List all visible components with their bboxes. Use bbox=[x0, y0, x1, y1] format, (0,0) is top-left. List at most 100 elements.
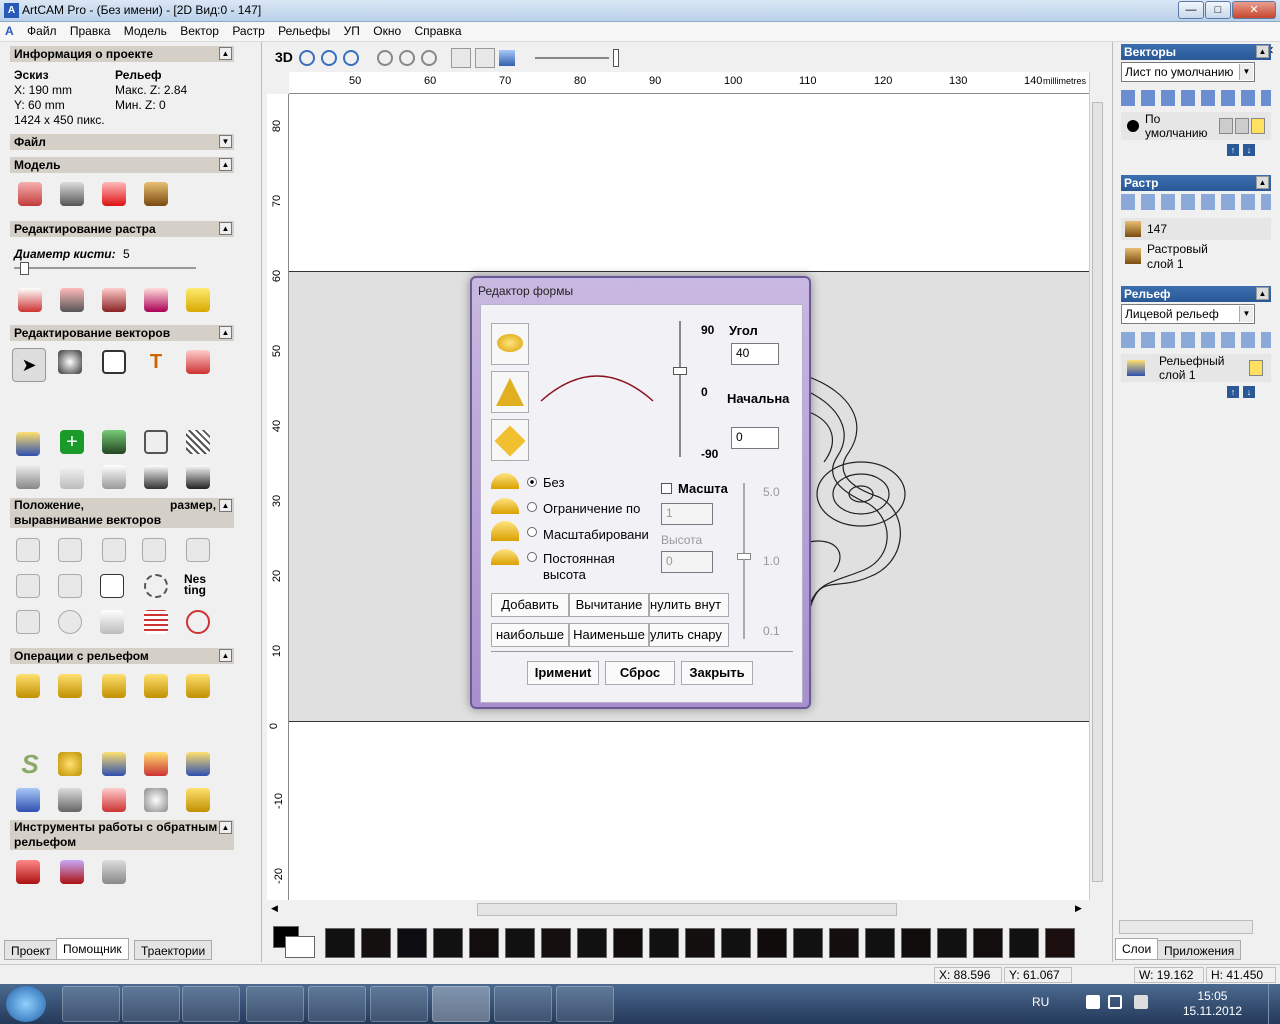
bezier-icon[interactable] bbox=[102, 465, 126, 489]
brush-slider-thumb[interactable] bbox=[20, 262, 29, 275]
chevron-down-icon[interactable]: ▼ bbox=[1239, 306, 1253, 322]
collapse-icon[interactable]: ▲ bbox=[219, 499, 232, 512]
move-down-icon[interactable]: ↓ bbox=[1243, 386, 1255, 398]
align-center-icon[interactable] bbox=[58, 574, 82, 598]
tab-applications[interactable]: Приложения bbox=[1157, 940, 1242, 960]
vectors-header[interactable]: Векторы ▲ bbox=[1121, 44, 1271, 60]
radio-constant[interactable] bbox=[527, 552, 537, 562]
raster-header[interactable]: Растр ▲ bbox=[1121, 175, 1271, 191]
palette-color-21[interactable] bbox=[1045, 928, 1075, 958]
zoom-out-icon[interactable] bbox=[321, 50, 337, 66]
apply-button[interactable]: Iримениt bbox=[527, 661, 599, 685]
menu-model[interactable]: Модель bbox=[119, 22, 172, 40]
angle-input[interactable]: 40 bbox=[731, 343, 779, 365]
palette-color-18[interactable] bbox=[937, 928, 967, 958]
radio-limit[interactable] bbox=[527, 502, 537, 512]
align-center-h-icon[interactable] bbox=[186, 538, 210, 562]
palette-color-2[interactable] bbox=[361, 928, 391, 958]
palette-color-16[interactable] bbox=[865, 928, 895, 958]
relief-layer-toolbar[interactable] bbox=[1121, 332, 1271, 348]
collapse-icon[interactable]: ▲ bbox=[219, 222, 232, 235]
move-up-icon[interactable]: ↑ bbox=[1227, 386, 1239, 398]
relief-star-icon[interactable] bbox=[16, 788, 40, 812]
secondary-color-swatch[interactable] bbox=[285, 936, 315, 958]
move-up-icon[interactable]: ↑ bbox=[1227, 144, 1239, 156]
lock-icon[interactable] bbox=[1219, 118, 1233, 134]
palette-color-13[interactable] bbox=[757, 928, 787, 958]
palette-color-10[interactable] bbox=[649, 928, 679, 958]
palette-color-7[interactable] bbox=[541, 928, 571, 958]
relief-texture-icon[interactable] bbox=[58, 788, 82, 812]
relief-ops-header[interactable]: Операции с рельефом ▲ bbox=[10, 648, 234, 664]
chevron-down-icon[interactable]: ▼ bbox=[1239, 64, 1253, 80]
taskbar-word-icon[interactable] bbox=[556, 986, 614, 1022]
palette-color-15[interactable] bbox=[829, 928, 859, 958]
vector-layer-toolbar[interactable] bbox=[1121, 90, 1271, 106]
file-section-header[interactable]: Файл ▼ bbox=[10, 134, 234, 150]
palette-color-1[interactable] bbox=[325, 928, 355, 958]
turn-icon[interactable] bbox=[144, 674, 168, 698]
paint-brush-icon[interactable] bbox=[18, 288, 42, 312]
import-image-icon[interactable] bbox=[144, 182, 168, 206]
raster-layer-toolbar[interactable] bbox=[1121, 194, 1271, 210]
palette-color-6[interactable] bbox=[505, 928, 535, 958]
zoom-all-icon[interactable] bbox=[421, 50, 437, 66]
relief-header[interactable]: Рельеф ▲ bbox=[1121, 286, 1271, 302]
app-icon[interactable]: A bbox=[4, 3, 19, 18]
menu-edit[interactable]: Правка bbox=[65, 22, 116, 40]
expand-icon[interactable]: ▼ bbox=[219, 135, 232, 148]
add-node-icon[interactable]: + bbox=[60, 430, 84, 454]
position-section-header[interactable]: Положение, размер, выравнивание векторов… bbox=[10, 498, 234, 528]
two-rail-icon[interactable] bbox=[186, 674, 210, 698]
lightbulb-icon[interactable] bbox=[1249, 360, 1263, 376]
relief-sphere-icon[interactable] bbox=[144, 788, 168, 812]
pyramid-shape-button[interactable] bbox=[491, 371, 529, 413]
align-left-icon[interactable] bbox=[16, 538, 40, 562]
vertical-scroll-thumb[interactable] bbox=[1092, 102, 1103, 882]
palette-color-3[interactable] bbox=[397, 928, 427, 958]
lightbulb-icon[interactable] bbox=[1251, 118, 1265, 134]
radio-none[interactable] bbox=[527, 477, 537, 487]
vector-library-icon[interactable] bbox=[16, 432, 40, 456]
right-panel-scrollbar[interactable] bbox=[1119, 920, 1253, 934]
layer-color-icon[interactable] bbox=[1127, 120, 1139, 132]
menu-window[interactable]: Окно bbox=[368, 22, 406, 40]
taskbar-ie-icon[interactable] bbox=[62, 986, 120, 1022]
scale-slider-thumb[interactable] bbox=[737, 553, 751, 560]
tray-icon[interactable] bbox=[1086, 995, 1100, 1009]
close-button[interactable]: ✕ bbox=[1232, 1, 1276, 19]
menu-app-icon[interactable]: A bbox=[0, 22, 19, 40]
volume-icon[interactable] bbox=[1134, 995, 1148, 1009]
height-input[interactable]: 0 bbox=[661, 551, 713, 573]
merge-highest-button[interactable]: наибольше bbox=[491, 623, 569, 647]
vector-sheet-select[interactable]: Лист по умолчанию ▼ bbox=[1121, 62, 1255, 82]
relief-library-icon[interactable] bbox=[102, 752, 126, 776]
project-info-header[interactable]: Информация о проекте ▲ bbox=[10, 46, 234, 62]
taskbar-artcam-icon[interactable] bbox=[432, 986, 490, 1022]
horizontal-scroll-thumb[interactable] bbox=[477, 903, 897, 916]
collapse-icon[interactable]: ▲ bbox=[219, 649, 232, 662]
wave-icon[interactable] bbox=[60, 465, 84, 489]
rotate-vector-icon[interactable] bbox=[144, 574, 168, 598]
tab-assistant[interactable]: Помощник bbox=[56, 938, 129, 960]
relief-layers-icon[interactable] bbox=[144, 752, 168, 776]
raster-item-147[interactable]: 147 bbox=[1121, 218, 1271, 240]
start-height-input[interactable]: 0 bbox=[731, 427, 779, 449]
menu-reliefs[interactable]: Рельефы bbox=[273, 22, 335, 40]
grid-icon[interactable] bbox=[144, 430, 168, 454]
relief-sheet-icon[interactable] bbox=[186, 788, 210, 812]
radio-scale[interactable] bbox=[527, 527, 537, 537]
text-tool-icon[interactable]: T bbox=[144, 350, 168, 374]
raster-layer-1[interactable]: Растровый слой 1 bbox=[1121, 242, 1271, 272]
scale-vector-icon[interactable] bbox=[100, 574, 124, 598]
palette-color-20[interactable] bbox=[1009, 928, 1039, 958]
vertical-scrollbar[interactable] bbox=[1089, 72, 1105, 900]
taskbar-skype-icon[interactable] bbox=[308, 986, 366, 1022]
group-icon[interactable] bbox=[16, 610, 40, 634]
snap-objects-icon[interactable] bbox=[475, 48, 495, 68]
raster-to-vector-icon[interactable] bbox=[186, 288, 210, 312]
menu-vector[interactable]: Вектор bbox=[175, 22, 224, 40]
transform-icon[interactable] bbox=[58, 350, 82, 374]
tab-project[interactable]: Проект bbox=[4, 940, 58, 960]
vector-layer-default[interactable]: По умолчанию bbox=[1121, 112, 1271, 140]
